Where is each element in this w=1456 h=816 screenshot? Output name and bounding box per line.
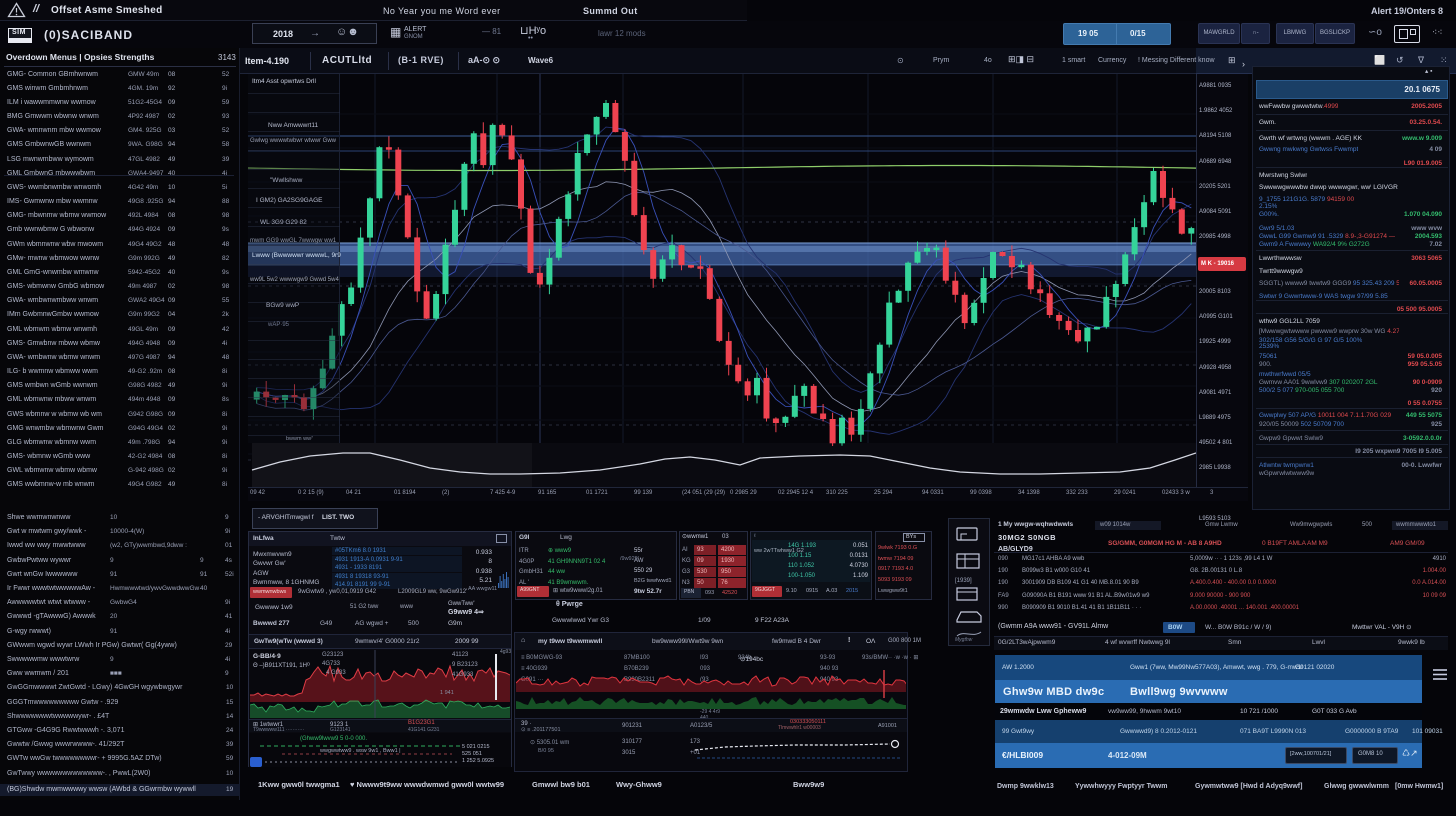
- svg-text:[1939]: [1939]: [955, 578, 972, 584]
- svg-text:Mygthw: Mygthw: [955, 637, 973, 642]
